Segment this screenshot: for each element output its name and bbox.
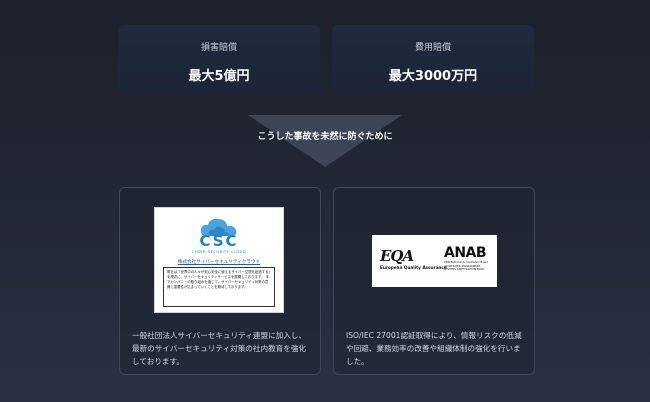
anab-subtext: ANSI National Accreditation Board ACCRED… [444, 261, 489, 272]
feature-description: ISO/IEC 27001認証取得により、情報リスクの低減や回避、業務効率の改善… [346, 331, 522, 366]
csc-org-link: 株式会社サイバーセキュリティクラウド [177, 260, 261, 265]
iso-certification-image: EQA European Quality Assurance ANAB ANSI… [372, 235, 497, 287]
stat-card-damages: 損害賠償 最大5億円 [118, 25, 320, 95]
csc-note-box: 弊社は「世界中の人々が安心安全に使えるサイバー空間を創造する」を理念に、サイバー… [163, 267, 275, 307]
divider-text: こうした事故を未然に防ぐために [257, 132, 393, 142]
stat-value: 最大5億円 [188, 69, 250, 84]
feature-card-csc: CSC CYBER SECURITY CLOUD 株式会社サイバーセキュリティク… [119, 187, 321, 375]
csc-logo-text: CSC [199, 232, 239, 250]
csc-subtitle: CYBER SECURITY CLOUD [191, 250, 247, 254]
anab-logo: ANAB [444, 245, 487, 261]
eqa-logo: EQA [380, 247, 414, 265]
stat-label: 損害賠償 [200, 43, 237, 53]
stat-card-expenses: 費用賠償 最大3000万円 [332, 25, 534, 95]
stat-label: 費用賠償 [414, 43, 451, 53]
eqa-name: European Quality Assurance [380, 265, 447, 270]
feature-card-iso: EQA European Quality Assurance ANAB ANSI… [333, 187, 535, 375]
feature-description: 一般社団法人サイバーセキュリティ連盟に加入し、最新のサイバーセキュリティ対策の社… [132, 331, 307, 366]
csc-certificate-image: CSC CYBER SECURITY CLOUD 株式会社サイバーセキュリティク… [154, 207, 284, 313]
stat-value: 最大3000万円 [388, 69, 478, 84]
